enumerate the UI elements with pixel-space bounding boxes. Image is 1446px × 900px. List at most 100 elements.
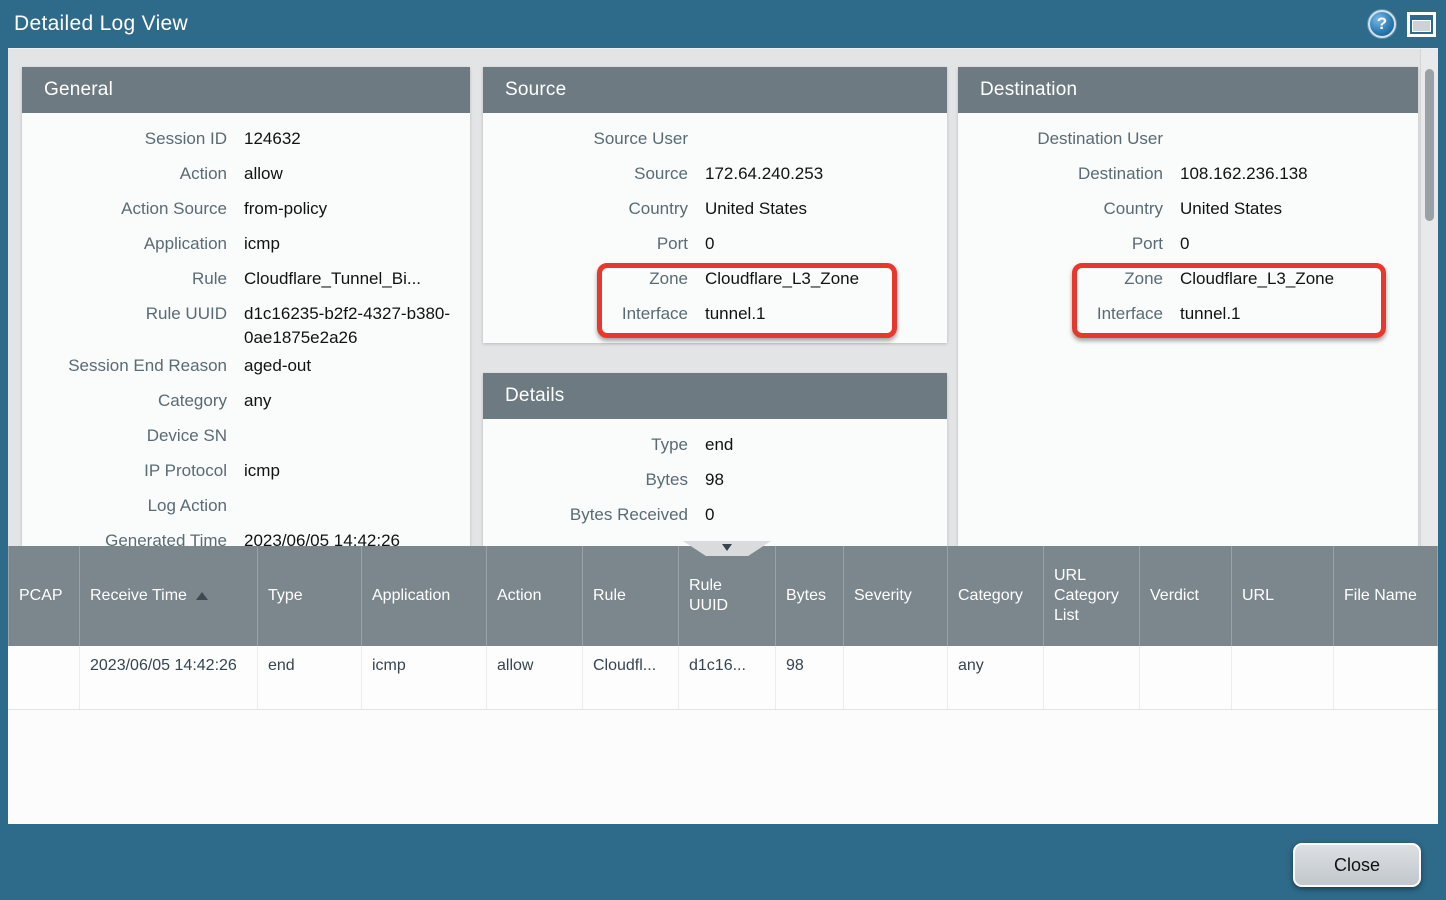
field-row-zone: ZoneCloudflare_L3_Zone — [483, 267, 947, 302]
general-panel-header: General — [22, 67, 470, 113]
field-row-session-id: Session ID124632 — [22, 127, 470, 162]
cell-severity — [844, 646, 948, 709]
field-label: Country — [483, 197, 688, 221]
col-header-label: Verdict — [1150, 586, 1199, 606]
col-header-label: Severity — [854, 586, 912, 606]
field-label: Bytes Received — [483, 503, 688, 527]
field-row-bytes: Bytes 98 — [483, 468, 947, 503]
general-panel-body: Session ID124632ActionallowAction Source… — [22, 113, 470, 547]
cell-rule: Cloudfl... — [583, 646, 679, 709]
col-header-label: Action — [497, 586, 541, 606]
col-header-severity[interactable]: Severity — [844, 546, 948, 646]
cell-application: icmp — [362, 646, 487, 709]
field-label: Session End Reason — [22, 354, 227, 378]
col-header-type[interactable]: Type — [258, 546, 362, 646]
col-header-rule[interactable]: Rule — [583, 546, 679, 646]
field-value: 124632 — [244, 127, 301, 151]
field-value: tunnel.1 — [705, 302, 766, 326]
field-row-ip-protocol: IP Protocolicmp — [22, 459, 470, 494]
field-row-zone: ZoneCloudflare_L3_Zone — [958, 267, 1418, 302]
field-label: Generated Time — [22, 529, 227, 547]
general-panel: General Session ID124632ActionallowActio… — [22, 67, 470, 547]
field-value: end — [705, 433, 733, 457]
field-label: Rule — [22, 267, 227, 291]
details-panel-header: Details — [483, 373, 947, 419]
field-row-log-action: Log Action — [22, 494, 470, 529]
field-row-port: Port0 — [483, 232, 947, 267]
col-header-label: PCAP — [19, 586, 63, 606]
field-row-country: CountryUnited States — [483, 197, 947, 232]
scrollbar-thumb[interactable] — [1425, 69, 1434, 221]
field-label: Category — [22, 389, 227, 413]
field-label: IP Protocol — [22, 459, 227, 483]
col-header-label: Type — [268, 586, 303, 606]
help-icon[interactable]: ? — [1368, 10, 1396, 38]
dialog-title-bar: Detailed Log View ? — [0, 0, 1446, 48]
field-label: Bytes — [483, 468, 688, 492]
destination-panel-header: Destination — [958, 67, 1418, 113]
field-label: Interface — [483, 302, 688, 326]
col-header-bytes[interactable]: Bytes — [776, 546, 844, 646]
field-label: Destination — [958, 162, 1163, 186]
field-row-country: CountryUnited States — [958, 197, 1418, 232]
field-row-source: Source172.64.240.253 — [483, 162, 947, 197]
field-row-rule: Rule Cloudflare_Tunnel_Bi... — [22, 267, 470, 302]
cell-verdict — [1140, 646, 1232, 709]
field-value: United States — [1180, 197, 1282, 221]
field-row-interface: Interface tunnel.1 — [483, 302, 947, 337]
log-table-section: PCAP Receive Time Type Application Action Rul… — [8, 546, 1438, 824]
field-value: 0 — [705, 503, 714, 527]
content-scrollbar[interactable] — [1420, 49, 1438, 547]
field-row-rule-uuid: Rule UUIDd1c16235-b2f2-4327-b380-0ae1875… — [22, 302, 470, 354]
field-value: icmp — [244, 232, 280, 256]
field-row-action-source: Action Sourcefrom-policy — [22, 197, 470, 232]
field-row-bytes-received: Bytes Received 0 — [483, 503, 947, 538]
cell-url-category-list — [1044, 646, 1140, 709]
field-row-port: Port0 — [958, 232, 1418, 267]
chevron-down-icon — [722, 544, 732, 551]
col-header-application[interactable]: Application — [362, 546, 487, 646]
field-label: Source User — [483, 127, 688, 151]
destination-panel-title: Destination — [980, 79, 1077, 101]
field-value: 0 — [705, 232, 714, 256]
field-label: Device SN — [22, 424, 227, 448]
field-value: tunnel.1 — [1180, 302, 1241, 326]
log-table-row[interactable]: 2023/06/05 14:42:26endicmpallowCloudfl..… — [8, 646, 1438, 710]
maximize-icon[interactable] — [1407, 12, 1436, 37]
field-value: d1c16235-b2f2-4327-b380-0ae1875e2a26 — [244, 302, 464, 350]
field-value: from-policy — [244, 197, 327, 221]
field-row-source-user: Source User — [483, 127, 947, 162]
col-header-file-name[interactable]: File Name — [1334, 546, 1438, 646]
col-header-label: URL Category List — [1054, 566, 1129, 626]
field-row-category: Categoryany — [22, 389, 470, 424]
col-header-label: Bytes — [786, 586, 826, 606]
col-header-action[interactable]: Action — [487, 546, 583, 646]
col-header-rule-uuid[interactable]: Rule UUID — [679, 546, 776, 646]
field-value: 172.64.240.253 — [705, 162, 823, 186]
destination-panel-body: Destination UserDestination108.162.236.1… — [958, 113, 1418, 337]
log-table-body: 2023/06/05 14:42:26endicmpallowCloudfl..… — [8, 646, 1438, 710]
cell-file-name — [1334, 646, 1438, 709]
field-label: Application — [22, 232, 227, 256]
col-header-url[interactable]: URL — [1232, 546, 1334, 646]
field-value: 98 — [705, 468, 724, 492]
col-header-receive-time[interactable]: Receive Time — [80, 546, 258, 646]
col-header-pcap[interactable]: PCAP — [8, 546, 80, 646]
dialog-title: Detailed Log View — [0, 12, 188, 36]
general-panel-title: General — [44, 79, 113, 101]
col-header-category[interactable]: Category — [948, 546, 1044, 646]
field-label: Interface — [958, 302, 1163, 326]
close-button[interactable]: Close — [1293, 843, 1421, 887]
field-value: 2023/06/05 14:42:26 — [244, 529, 400, 547]
field-value: Cloudflare_Tunnel_Bi... — [244, 267, 421, 291]
col-header-verdict[interactable]: Verdict — [1140, 546, 1232, 646]
field-row-action: Actionallow — [22, 162, 470, 197]
titlebar-icons: ? — [1368, 10, 1436, 38]
col-header-url-category-list[interactable]: URL Category List — [1044, 546, 1140, 646]
cell-type: end — [258, 646, 362, 709]
log-detail-content: General Session ID124632ActionallowActio… — [8, 48, 1438, 546]
col-header-label: File Name — [1344, 586, 1417, 606]
field-value: aged-out — [244, 354, 311, 378]
destination-panel: Destination Destination UserDestination1… — [958, 67, 1418, 547]
dialog-footer: Close — [0, 824, 1446, 900]
